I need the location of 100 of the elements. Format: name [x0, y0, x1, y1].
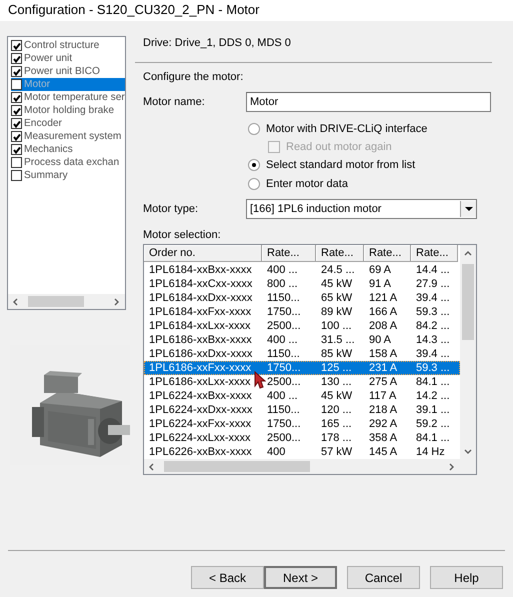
- radio-button[interactable]: [248, 178, 260, 190]
- table-cell: 121 A: [369, 292, 398, 304]
- table-cell: 130 ...: [321, 376, 352, 388]
- table-cell: 145 A: [369, 446, 398, 458]
- table-cell: 57 kW: [321, 446, 352, 458]
- navigation-item[interactable]: Summary: [11, 169, 125, 182]
- scroll-thumb[interactable]: [28, 296, 84, 307]
- table-cell: 2500...: [267, 376, 301, 388]
- table-cell: 1PL6184-xxDxx-xxxx: [149, 292, 252, 304]
- column-header[interactable]: Order no.: [144, 245, 262, 262]
- item-label: Mechanics: [24, 143, 73, 156]
- table-cell: 165 ...: [321, 418, 352, 430]
- table-cell: 100 ...: [321, 320, 352, 332]
- checkbox[interactable]: [11, 40, 22, 51]
- table-row[interactable]: 1PL6186-xxDxx-xxxx 1150... 85 kW 158 A 39.4 ...: [144, 347, 460, 361]
- table-cell: 1750...: [267, 362, 301, 374]
- table-cell: 84.1 ...: [416, 376, 450, 388]
- table-row[interactable]: 1PL6224-xxDxx-xxxx 1150... 120 ... 218 A 39.1 ...: [144, 403, 460, 417]
- checkbox[interactable]: [11, 79, 22, 90]
- table-row[interactable]: 1PL6224-xxLxx-xxxx 2500... 178 ... 358 A 84.1 ...: [144, 431, 460, 445]
- table-cell: 158 A: [369, 348, 398, 360]
- table-cell: 1750...: [267, 306, 301, 318]
- motor-name-field[interactable]: Motor: [246, 92, 491, 112]
- item-label: Motor: [24, 78, 50, 91]
- vertical-scrollbar[interactable]: [460, 245, 476, 459]
- table-cell: 65 kW: [321, 292, 352, 304]
- table-cell: 1PL6186-xxFxx-xxxx: [149, 362, 252, 374]
- navigation-item[interactable]: Process data exchan: [11, 156, 125, 169]
- navigation-item[interactable]: Motor holding brake: [11, 104, 125, 117]
- dialog-button[interactable]: < Back: [191, 566, 264, 589]
- column-header[interactable]: Rate...: [364, 245, 411, 262]
- table-cell: 1PL6184-xxFxx-xxxx: [149, 306, 252, 318]
- checkbox[interactable]: [11, 170, 22, 181]
- checkbox[interactable]: [11, 105, 22, 116]
- table-row[interactable]: 1PL6224-xxFxx-xxxx 1750... 165 ... 292 A 59.2 ...: [144, 417, 460, 431]
- table-row[interactable]: 1PL6184-xxLxx-xxxx 2500... 100 ... 208 A 84.2 ...: [144, 319, 460, 333]
- table-row[interactable]: 1PL6184-xxDxx-xxxx 1150... 65 kW 121 A 39.4 ...: [144, 291, 460, 305]
- table-cell: 2500...: [267, 432, 301, 444]
- checkbox[interactable]: [11, 157, 22, 168]
- table-cell: 166 A: [369, 306, 398, 318]
- table-cell: 1PL6226-xxBxx-xxxx: [149, 446, 252, 458]
- table-cell: 400 ...: [267, 264, 298, 276]
- navigation-item[interactable]: Encoder: [11, 117, 125, 130]
- motor-type-dropdown[interactable]: [166] 1PL6 induction motor: [246, 199, 477, 219]
- table-cell: 89 kW: [321, 306, 352, 318]
- table-row[interactable]: 1PL6184-xxCxx-xxxx 800 ... 45 kW 91 A 27.9 ...: [144, 277, 460, 291]
- table-cell: 120 ...: [321, 404, 352, 416]
- checkbox[interactable]: [11, 144, 22, 155]
- dialog-button[interactable]: Help: [430, 566, 503, 589]
- horizontal-scrollbar[interactable]: [144, 459, 460, 474]
- cursor-icon: [254, 371, 266, 389]
- radio-button[interactable]: [248, 158, 260, 170]
- table-cell: 59.3 ...: [416, 362, 450, 374]
- table-cell: 1PL6224-xxBxx-xxxx: [149, 390, 252, 402]
- table-cell: 59.3 ...: [416, 306, 450, 318]
- table-cell: 1PL6184-xxCxx-xxxx: [149, 278, 252, 290]
- table-row[interactable]: 1PL6186-xxBxx-xxxx 400 ... 31.5 ... 90 A 14.3 ...: [144, 333, 460, 347]
- item-label: Power unit BICO: [24, 65, 100, 78]
- dialog-button[interactable]: Cancel: [347, 566, 420, 589]
- checkbox[interactable]: [11, 131, 22, 142]
- dialog-button[interactable]: Next >: [264, 566, 337, 589]
- radio-button[interactable]: [248, 122, 260, 134]
- table-cell: 1PL6224-xxFxx-xxxx: [149, 418, 252, 430]
- table-cell: 231 A: [369, 362, 398, 374]
- option-label: Select standard motor from list: [266, 158, 416, 170]
- dropdown-arrow-icon[interactable]: [464, 206, 472, 212]
- table-cell: 1PL6186-xxDxx-xxxx: [149, 348, 252, 360]
- table-row[interactable]: 1PL6184-xxFxx-xxxx 1750... 89 kW 166 A 59.3 ...: [144, 305, 460, 319]
- column-header[interactable]: Rate...: [262, 245, 316, 262]
- table-row[interactable]: 1PL6226-xxBxx-xxxx 400 57 kW 145 A 14 Hz: [144, 445, 460, 459]
- table-row[interactable]: 1PL6184-xxBxx-xxxx 400 ... 24.5 ... 69 A 14.4 ...: [144, 263, 460, 277]
- table-cell: 69 A: [369, 264, 392, 276]
- column-header[interactable]: Rate...: [316, 245, 364, 262]
- navigation-item[interactable]: Power unit: [11, 52, 125, 65]
- table-cell: 14.3 ...: [416, 334, 450, 346]
- table-cell: 218 A: [369, 404, 398, 416]
- table-cell: 400 ...: [267, 390, 298, 402]
- navigation-item[interactable]: Control structure: [11, 39, 125, 52]
- navigation-item[interactable]: Mechanics: [11, 143, 125, 156]
- checkbox[interactable]: [11, 118, 22, 129]
- column-header[interactable]: Rate...: [411, 245, 458, 262]
- scroll-thumb[interactable]: [462, 264, 474, 340]
- table-cell: 14.4 ...: [416, 264, 450, 276]
- table-row[interactable]: 1PL6224-xxBxx-xxxx 400 ... 45 kW 117 A 14.2 ...: [144, 389, 460, 403]
- checkbox[interactable]: [11, 53, 22, 64]
- checkbox[interactable]: [11, 92, 22, 103]
- table-cell: 1150...: [267, 404, 300, 416]
- table-row[interactable]: 1PL6186-xxFxx-xxxx 1750... 125 ... 231 A 59.3 ...: [144, 361, 460, 375]
- horizontal-scrollbar[interactable]: [8, 294, 125, 309]
- item-label: Motor holding brake: [24, 104, 114, 117]
- table-cell: 85 kW: [321, 348, 352, 360]
- table-row[interactable]: 1PL6186-xxLxx-xxxx 2500... 130 ... 275 A 84.1 ...: [144, 375, 460, 389]
- table-cell: 39.1 ...: [416, 404, 450, 416]
- table-cell: 59.2 ...: [416, 418, 450, 430]
- table-cell: 2500...: [267, 320, 301, 332]
- option-label: Motor with DRIVE-CLiQ interface: [266, 122, 428, 134]
- table-cell: 275 A: [369, 376, 398, 388]
- scroll-thumb[interactable]: [164, 461, 310, 472]
- checkbox[interactable]: [11, 66, 22, 77]
- navigation-item[interactable]: Power unit BICO: [11, 65, 125, 78]
